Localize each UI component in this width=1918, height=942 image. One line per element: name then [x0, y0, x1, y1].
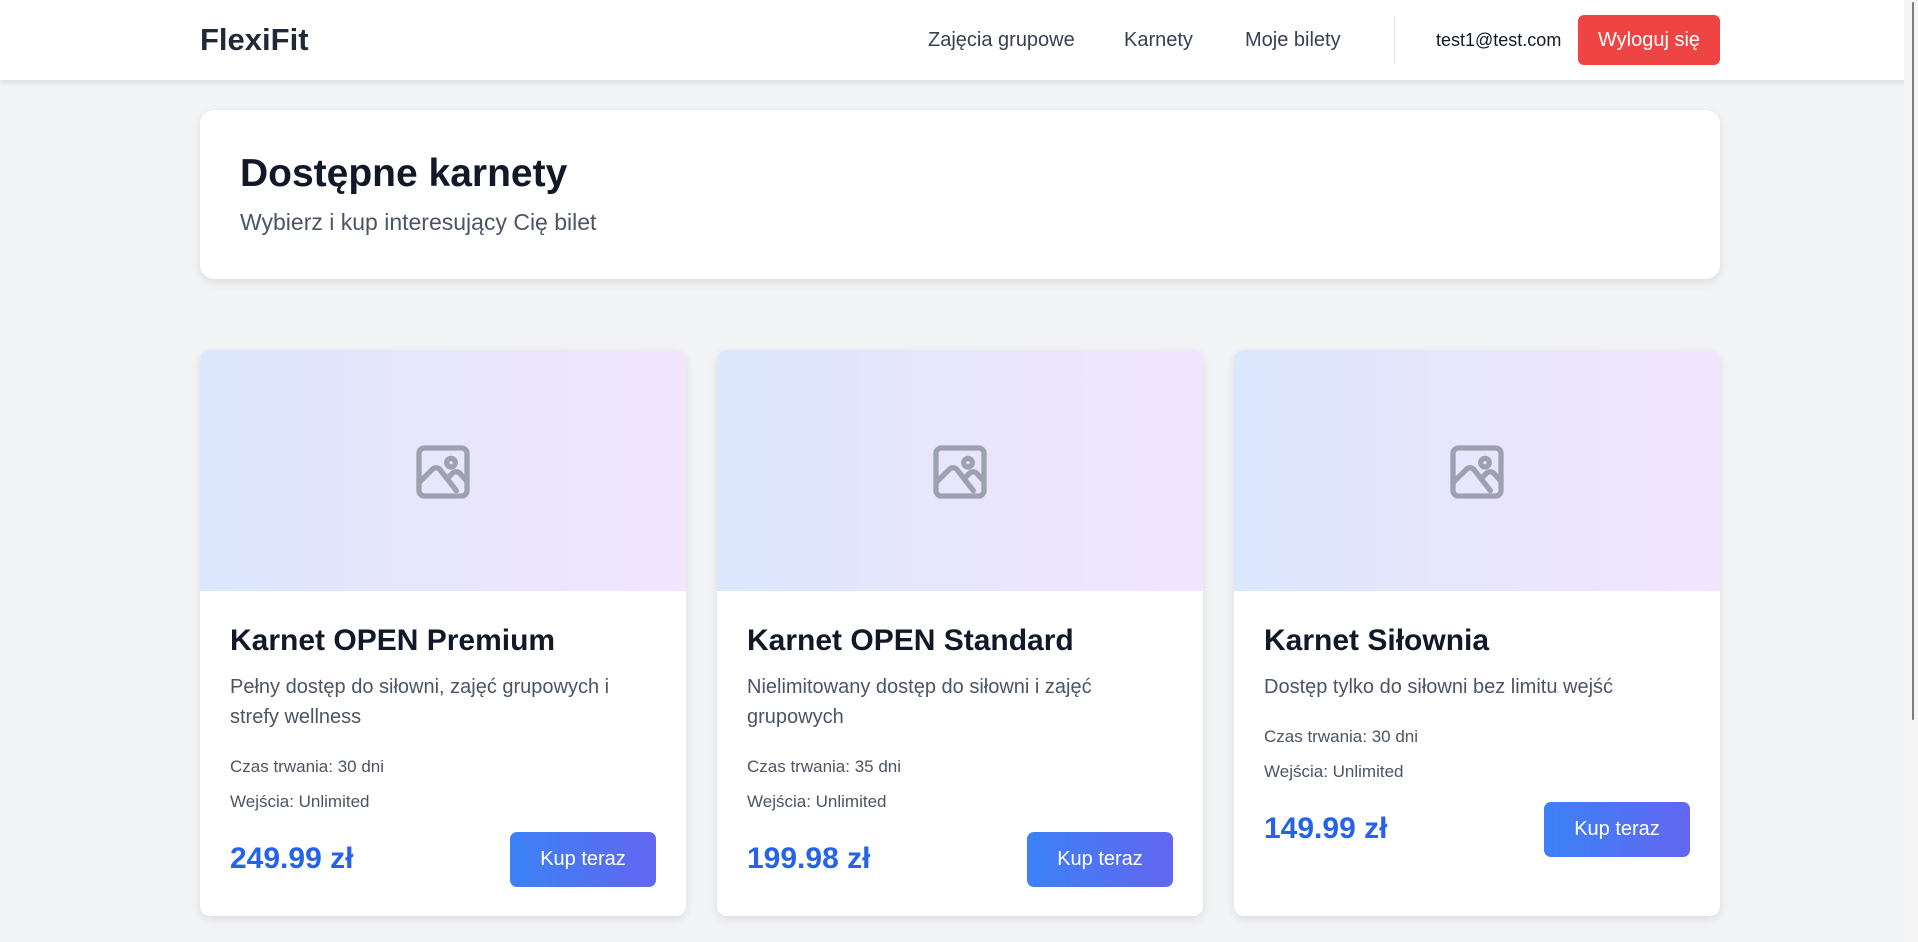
- product-price: 199.98 zł: [747, 842, 871, 875]
- product-image-placeholder: [200, 350, 686, 591]
- product-duration: Czas trwania: 30 dni: [230, 757, 385, 776]
- buy-now-button[interactable]: Kup teraz: [1544, 802, 1690, 857]
- product-image-placeholder: [717, 350, 1203, 591]
- product-image-placeholder: [1234, 350, 1720, 591]
- product-duration: Czas trwania: 30 dni: [1264, 727, 1419, 746]
- image-placeholder-icon: [933, 445, 987, 499]
- image-placeholder-icon: [416, 445, 470, 499]
- product-card-open-standard: Karnet OPEN Standard Nielimitowany dostę…: [717, 350, 1203, 916]
- user-email: test1@test.com: [1436, 30, 1562, 50]
- image-placeholder-icon: [1450, 445, 1504, 499]
- product-card-open-premium: Karnet OPEN Premium Pełny dostęp do siło…: [200, 350, 686, 916]
- product-description: Nielimitowany dostęp do siłowni i zajęć …: [747, 676, 1092, 728]
- page-subtitle: Wybierz i kup interesujący Cię bilet: [240, 209, 597, 235]
- nav-link-my-tickets[interactable]: Moje bilety: [1245, 29, 1341, 52]
- nav-divider: [1394, 16, 1395, 64]
- product-entries: Wejścia: Unlimited: [230, 792, 370, 811]
- brand-logo[interactable]: FlexiFit: [200, 22, 309, 58]
- page-scrollbar[interactable]: [1904, 0, 1918, 942]
- buy-now-button[interactable]: Kup teraz: [1027, 832, 1173, 887]
- product-duration: Czas trwania: 35 dni: [747, 757, 902, 776]
- nav-link-passes[interactable]: Karnety: [1124, 29, 1193, 52]
- product-description: Dostęp tylko do siłowni bez limitu wejść: [1264, 676, 1614, 698]
- scrollbar-thumb[interactable]: [1912, 2, 1914, 720]
- product-title: Karnet OPEN Premium: [230, 624, 556, 657]
- product-title: Karnet OPEN Standard: [747, 624, 1074, 657]
- navbar: FlexiFit Zajęcia grupowe Karnety Moje bi…: [0, 0, 1918, 80]
- logout-button[interactable]: Wyloguj się: [1578, 15, 1720, 65]
- page-title: Dostępne karnety: [240, 152, 568, 195]
- buy-now-button[interactable]: Kup teraz: [510, 832, 656, 887]
- product-title: Karnet Siłownia: [1264, 624, 1490, 657]
- product-entries: Wejścia: Unlimited: [747, 792, 887, 811]
- product-price: 249.99 zł: [230, 842, 354, 875]
- page-header-card: Dostępne karnety Wybierz i kup interesuj…: [200, 110, 1720, 279]
- product-entries: Wejścia: Unlimited: [1264, 762, 1404, 781]
- product-price: 149.99 zł: [1264, 812, 1388, 845]
- product-description: Pełny dostęp do siłowni, zajęć grupowych…: [230, 676, 610, 728]
- product-card-gym: Karnet Siłownia Dostęp tylko do siłowni …: [1234, 350, 1720, 916]
- nav-link-group-classes[interactable]: Zajęcia grupowe: [928, 29, 1075, 52]
